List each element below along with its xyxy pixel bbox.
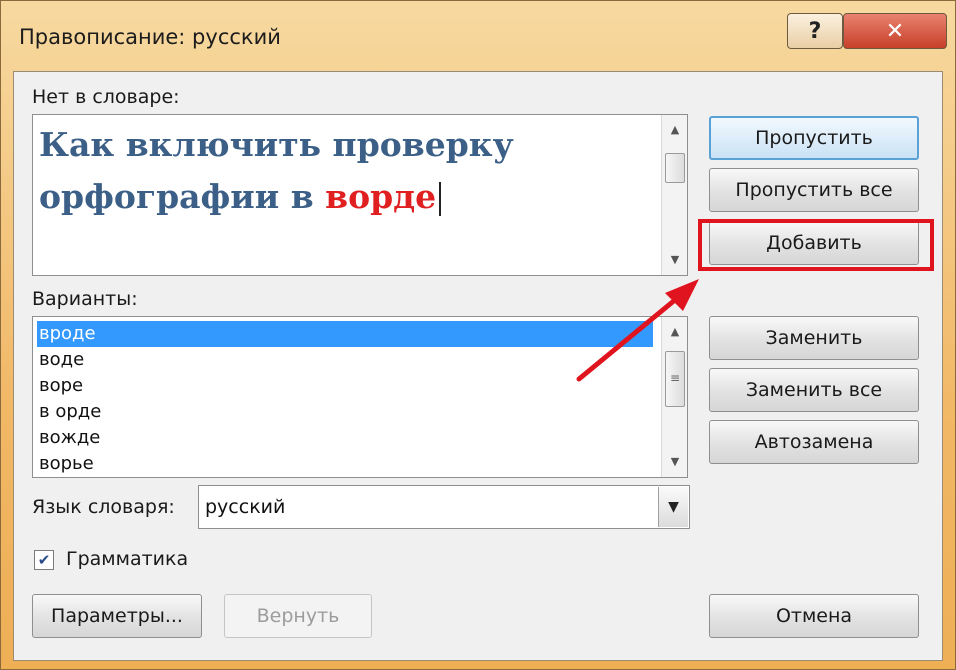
spelling-dialog: Правописание: русский ? ✕ Нет в словаре:… [0, 0, 956, 670]
annotation-arrow-icon [576, 279, 699, 382]
